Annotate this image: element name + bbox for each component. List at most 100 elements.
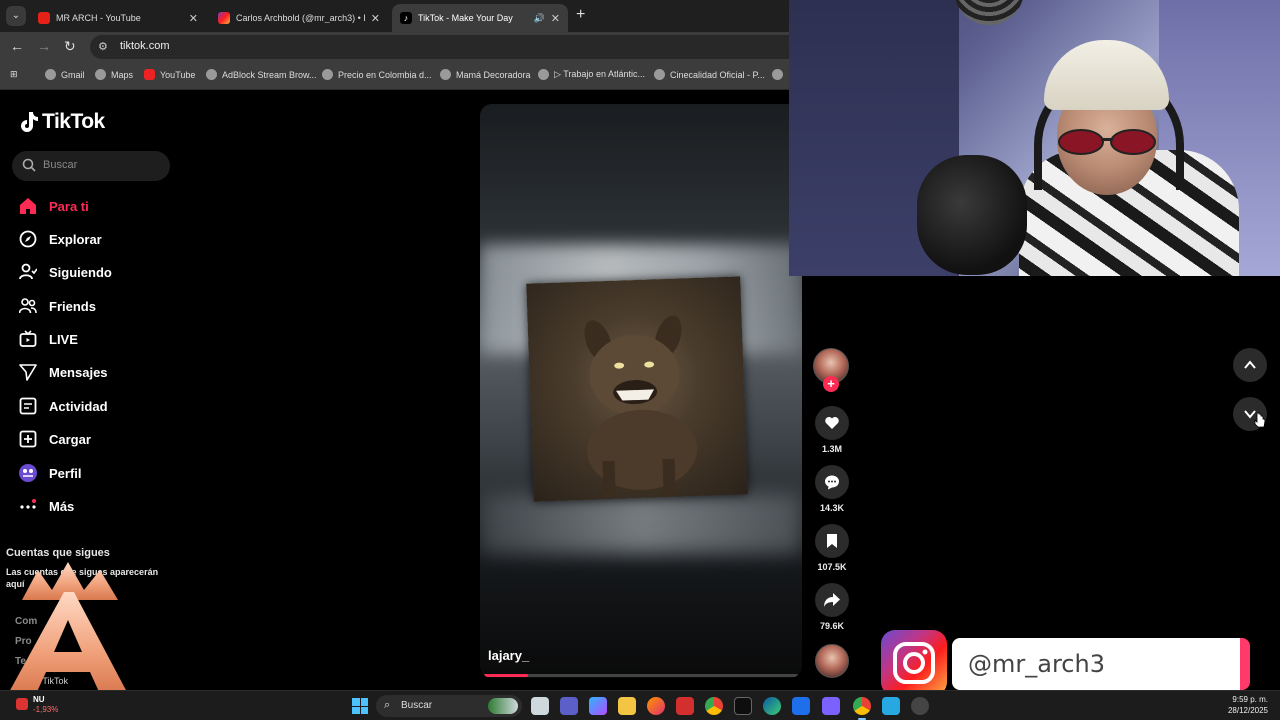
sidebar-item-mas[interactable]: Más: [18, 494, 74, 518]
bookmark-overflow[interactable]: [772, 69, 788, 80]
chrome-icon[interactable]: [705, 697, 723, 715]
upload-icon: [18, 429, 38, 449]
friends-icon: [18, 296, 38, 316]
tab-instagram[interactable]: Carlos Archbold (@mr_arch3) • Fo ✕: [210, 4, 388, 32]
sidebar-item-siguiendo[interactable]: Siguiendo: [18, 260, 112, 284]
video-author[interactable]: lajary_: [488, 648, 529, 663]
sidebar-item-label: Mensajes: [49, 364, 108, 380]
previous-video-button[interactable]: [1233, 348, 1267, 382]
search-icon: [22, 158, 36, 172]
bookmark-adblock[interactable]: AdBlock Stream Brow...: [206, 69, 317, 80]
forward-arrow-icon[interactable]: →: [37, 38, 51, 54]
tiktok-favicon-icon: ♪: [400, 12, 412, 24]
close-tab-icon[interactable]: ✕: [189, 12, 198, 25]
stock-name: NU: [33, 695, 45, 704]
video-progress-bar[interactable]: [484, 674, 798, 677]
tab-title: Carlos Archbold (@mr_arch3) • Fo: [236, 13, 365, 23]
activity-icon: [18, 396, 38, 416]
system-clock[interactable]: 9:59 p. m. 28/12/2025: [1228, 694, 1268, 716]
tab-tiktok[interactable]: ♪ TikTok - Make Your Day 🔊 ✕: [392, 4, 568, 32]
save-button[interactable]: 107.5K: [812, 524, 852, 572]
new-tab-button[interactable]: +: [576, 6, 585, 24]
bookmark-mama-decoradora[interactable]: Mamá Decoradora: [440, 69, 531, 80]
bookmark-youtube[interactable]: YouTube: [144, 69, 195, 80]
share-button[interactable]: 79.6K: [812, 583, 852, 631]
obs-icon[interactable]: [911, 697, 929, 715]
search-placeholder: Buscar: [43, 159, 78, 171]
video-progress-fill: [484, 674, 528, 677]
notes-icon[interactable]: [882, 697, 900, 715]
globe-icon: [206, 69, 217, 80]
copilot-icon[interactable]: [589, 697, 607, 715]
chrome-active-icon[interactable]: [853, 697, 871, 720]
controller-icon[interactable]: [822, 697, 840, 715]
epic-games-icon[interactable]: [734, 697, 752, 715]
bookmark-trabajo[interactable]: ▷ Trabajo en Atlántic...: [538, 69, 645, 80]
edge-icon[interactable]: [763, 697, 781, 715]
globe-icon: [45, 69, 56, 80]
windows-start-icon[interactable]: [352, 698, 368, 714]
crown-a-logo: [8, 562, 128, 694]
task-view-icon[interactable]: [531, 697, 549, 715]
stock-change: -1,93%: [33, 705, 59, 714]
reload-icon[interactable]: ↻: [64, 38, 76, 55]
tab-search-button[interactable]: ⌄: [6, 6, 26, 26]
taskbar-search[interactable]: ⌕ Buscar: [376, 695, 522, 717]
sidebar-item-perfil[interactable]: Perfil: [18, 461, 82, 485]
music-disc-avatar[interactable]: [815, 644, 849, 678]
tab-youtube[interactable]: MR ARCH - YouTube ✕: [30, 4, 206, 32]
bookmark-label: Precio en Colombia d...: [338, 69, 432, 80]
teams-icon[interactable]: [560, 697, 578, 715]
search-icon: ⌕: [384, 699, 391, 711]
stock-widget[interactable]: NU -1,93%: [16, 695, 58, 715]
instagram-handle-card: @mr_arch3: [952, 638, 1250, 690]
instagram-handle: @mr_arch3: [968, 650, 1105, 678]
sidebar-item-label: Actividad: [49, 398, 108, 414]
comment-button[interactable]: 14.3K: [812, 465, 852, 513]
microphone: [917, 155, 1027, 275]
sidebar-item-actividad[interactable]: Actividad: [18, 394, 108, 418]
follow-button[interactable]: +: [823, 376, 839, 392]
video-player[interactable]: lajary_: [480, 104, 802, 678]
apps-grid-icon[interactable]: ⊞: [10, 69, 18, 80]
sidebar-item-explorar[interactable]: Explorar: [18, 227, 102, 251]
store-icon[interactable]: [792, 697, 810, 715]
tiktok-wordmark: TikTok: [42, 110, 105, 133]
search-input[interactable]: Buscar: [12, 151, 170, 181]
sidebar-item-label: Más: [49, 498, 75, 514]
file-explorer-icon[interactable]: [618, 697, 636, 715]
app-icon[interactable]: [676, 697, 694, 715]
video-background: [480, 494, 802, 554]
url-text[interactable]: tiktok.com: [120, 40, 170, 52]
tab-title: TikTok - Make Your Day: [418, 13, 513, 23]
sidebar-item-label: Explorar: [49, 231, 102, 247]
live-icon: [18, 329, 38, 349]
close-tab-icon[interactable]: ✕: [371, 12, 380, 25]
tiktok-note-icon: [21, 112, 38, 132]
bookmark-label: Maps: [111, 69, 134, 80]
bookmark-cinecalidad[interactable]: Cinecalidad Oficial - P...: [654, 69, 765, 80]
following-icon: [18, 262, 38, 282]
bookmark-label: Mamá Decoradora: [456, 69, 531, 80]
back-arrow-icon[interactable]: ←: [10, 38, 24, 54]
sidebar-item-friends[interactable]: Friends: [18, 294, 96, 318]
tiktok-logo[interactable]: TikTok: [18, 110, 105, 134]
bookmark-precio[interactable]: Precio en Colombia d...: [322, 69, 432, 80]
sidebar-item-cargar[interactable]: Cargar: [18, 427, 91, 451]
clock-date: 28/12/2025: [1227, 706, 1268, 715]
bookmark-gmail[interactable]: Gmail: [45, 69, 85, 80]
firefox-icon[interactable]: [647, 697, 665, 715]
bookmark-maps[interactable]: Maps: [95, 69, 133, 80]
streamer-cap: [1044, 40, 1169, 110]
omnibox[interactable]: ⚙ tiktok.com: [90, 35, 790, 59]
speaker-icon[interactable]: 🔊: [534, 13, 545, 24]
address-bar-row: ← → ↻ ⚙ tiktok.com: [0, 32, 790, 62]
like-button[interactable]: 1.3M: [812, 406, 852, 454]
sidebar-item-para-ti[interactable]: Para ti: [18, 194, 89, 218]
site-info-icon[interactable]: ⚙: [98, 40, 108, 53]
compass-icon: [18, 229, 38, 249]
sidebar-item-mensajes[interactable]: Mensajes: [18, 360, 108, 384]
sidebar-item-live[interactable]: LIVE: [18, 327, 78, 351]
close-tab-icon[interactable]: ✕: [551, 12, 560, 25]
instagram-badge: [881, 630, 947, 696]
